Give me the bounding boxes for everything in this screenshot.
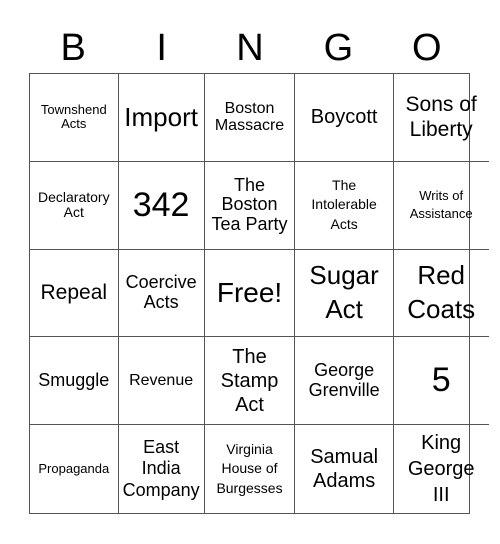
header-letter-i: I (156, 27, 167, 69)
bingo-cell[interactable]: Writs of Assistance (393, 162, 489, 250)
bingo-card-grid: Townshend Acts Import Boston Massacre Bo… (29, 73, 489, 514)
bingo-cell[interactable]: East India Company (119, 425, 205, 513)
bingo-cell[interactable]: Samual Adams (295, 425, 394, 513)
bingo-cell[interactable]: The Boston Tea Party (204, 161, 296, 250)
bingo-cell[interactable]: Smuggle (30, 337, 119, 426)
bingo-cell[interactable]: Declaratory Act (30, 161, 119, 250)
bingo-cell[interactable]: Sons of Liberty (393, 74, 489, 162)
bingo-cell[interactable]: Red Coats (393, 250, 489, 338)
bingo-cell[interactable]: Revenue (118, 337, 205, 426)
header-letter-n: N (236, 27, 264, 69)
bingo-cell[interactable]: Import (118, 74, 205, 162)
bingo-cell[interactable]: Coercive Acts (118, 249, 205, 338)
header-letter-g: G (323, 27, 354, 69)
bingo-cell[interactable]: Boycott (295, 74, 394, 162)
bingo-cell[interactable]: Propaganda (30, 425, 119, 513)
bingo-cell[interactable]: Boston Massacre (204, 74, 296, 162)
bingo-cell[interactable]: The Stamp Act (204, 337, 296, 426)
bingo-header: B I N G O (29, 24, 471, 72)
bingo-cell[interactable]: Townshend Acts (30, 74, 119, 162)
bingo-cell[interactable]: Sugar Act (295, 249, 394, 338)
header-letter-o: O (412, 27, 442, 69)
bingo-cell[interactable]: Repeal (30, 249, 119, 338)
bingo-cell[interactable]: 5 (393, 337, 489, 426)
bingo-cell[interactable]: Virginia House of Burgesses (205, 425, 296, 513)
bingo-cell[interactable]: The Intolerable Acts (295, 161, 394, 250)
bingo-cell[interactable]: George Grenville (295, 337, 394, 426)
bingo-cell[interactable]: King George III (394, 425, 489, 513)
bingo-cell-free[interactable]: Free! (204, 249, 296, 338)
header-letter-b: B (60, 27, 86, 69)
bingo-cell[interactable]: 342 (118, 161, 205, 250)
